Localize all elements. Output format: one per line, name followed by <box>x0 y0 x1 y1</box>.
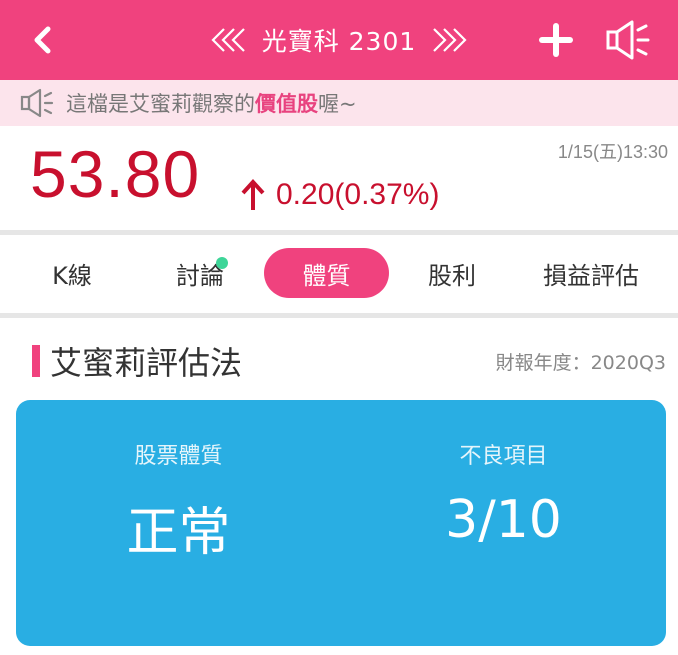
megaphone-icon <box>606 20 650 60</box>
stock-title: 光寶科 2301 <box>261 27 417 56</box>
plus-icon <box>539 23 573 57</box>
notice-highlight: 價值股 <box>255 92 318 116</box>
notice-suffix: 喔~ <box>318 92 357 116</box>
health-column: 股票體質 正常 <box>16 400 341 646</box>
section-title: 艾蜜莉評估法 <box>50 344 243 382</box>
next-stock-button[interactable] <box>430 26 468 54</box>
notice-prefix: 這檔是艾蜜莉觀察的 <box>66 92 255 116</box>
price-change: 0.20(0.37%) <box>240 178 439 212</box>
evaluation-card[interactable]: 股票體質 正常 不良項目 3/10 <box>16 400 666 646</box>
bad-items-label: 不良項目 <box>459 444 548 469</box>
quote-time: 1/15(五)13:30 <box>557 142 668 162</box>
megaphone-icon <box>20 88 54 118</box>
prev-stock-button[interactable] <box>210 26 248 54</box>
tab-bar: K線 討論 體質 股利 損益評估 <box>0 235 678 313</box>
arrow-up-icon <box>241 179 265 210</box>
price-change-text: 0.20(0.37%) <box>276 178 440 211</box>
section-header: 艾蜜莉評估法 財報年度：2020Q3 <box>0 318 678 400</box>
tab-discussion[interactable]: 討論 <box>150 248 250 298</box>
section-marker <box>32 345 40 377</box>
health-value: 正常 <box>126 503 231 563</box>
tab-profit-eval[interactable]: 損益評估 <box>526 248 656 298</box>
report-year: 財報年度：2020Q3 <box>495 352 666 374</box>
bad-items-column: 不良項目 3/10 <box>341 400 666 646</box>
add-button[interactable] <box>538 22 574 58</box>
double-chevron-right-icon <box>433 28 467 52</box>
title-wrap: 光寶科 2301 <box>0 0 678 80</box>
health-label: 股票體質 <box>134 444 223 469</box>
price-value: 53.80 <box>30 137 201 211</box>
tab-kline[interactable]: K線 <box>22 248 122 298</box>
double-chevron-left-icon <box>211 28 245 52</box>
tab-dividend[interactable]: 股利 <box>402 248 502 298</box>
notice-text: 這檔是艾蜜莉觀察的價值股喔~ <box>66 88 357 118</box>
notice-bar: 這檔是艾蜜莉觀察的價值股喔~ <box>0 80 678 126</box>
quote-area: 53.80 0.20(0.37%) 1/15(五)13:30 <box>0 126 678 230</box>
new-badge <box>216 257 228 269</box>
announce-button[interactable] <box>604 18 654 62</box>
top-bar: 光寶科 2301 <box>0 0 678 80</box>
tab-health[interactable]: 體質 <box>264 248 389 298</box>
bad-items-value: 3/10 <box>445 490 562 550</box>
